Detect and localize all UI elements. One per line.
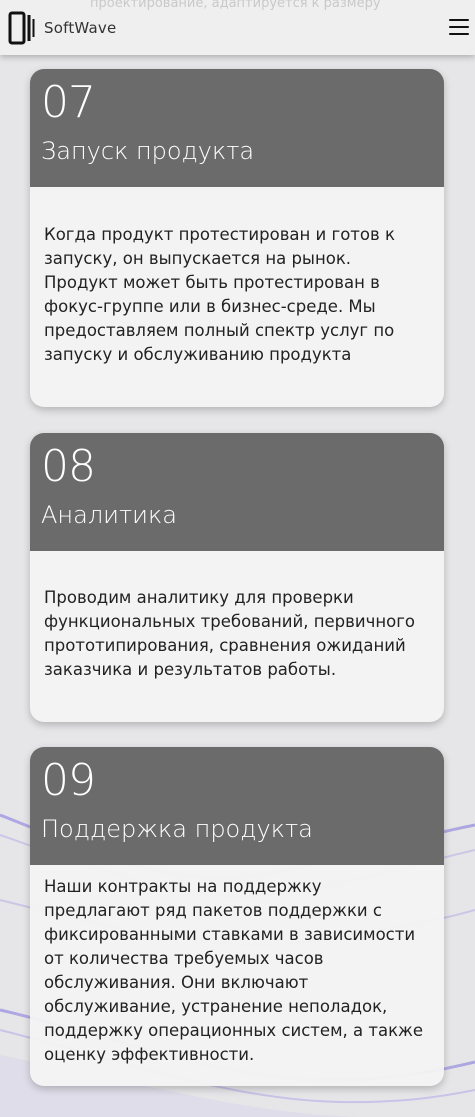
card-header: 07 Запуск продукта [30,69,444,187]
card-header: 09 Поддержка продукта [30,747,444,865]
card-number: 07 [41,77,96,128]
service-card-analytics: 08 Аналитика Проводим аналитику для пров… [30,433,444,722]
card-header: 08 Аналитика [30,433,444,551]
card-description: Проводим аналитику для проверки функцион… [44,588,415,679]
card-description: Когда продукт протестирован и готов к за… [44,225,395,364]
card-description: Наши контракты на поддержку предлагают р… [44,877,424,1064]
hamburger-menu-icon[interactable] [449,19,469,35]
service-card-support: 09 Поддержка продукта Наши контракты на … [30,747,444,1086]
service-card-launch: 07 Запуск продукта Когда продукт протест… [30,69,444,407]
header-faded-text: проектирование, адаптируется к размеру [90,0,381,11]
brand-logo[interactable]: SoftWave [8,10,116,46]
brand-name: SoftWave [44,19,117,37]
card-title: Аналитика [41,501,177,529]
top-header: проектирование, адаптируется к размеру S… [0,0,475,55]
card-number: 08 [41,441,96,492]
softwave-logo-icon [8,11,36,45]
card-number: 09 [41,755,96,806]
card-title: Поддержка продукта [41,815,313,843]
card-title: Запуск продукта [41,137,255,165]
